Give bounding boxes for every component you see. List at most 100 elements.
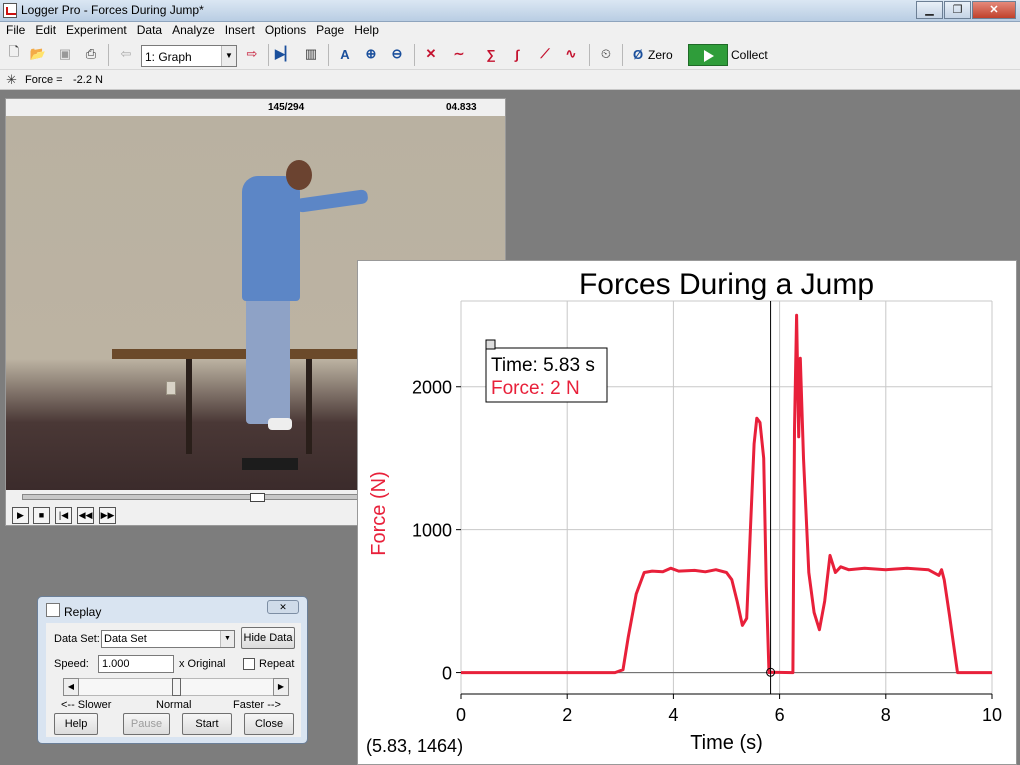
chart-title: Forces During a Jump	[579, 268, 874, 301]
speed-label: Speed:	[54, 658, 89, 670]
page-select[interactable]: 1: Graph ▼	[141, 45, 237, 67]
zero-button-label[interactable]: Zero	[648, 48, 673, 62]
menu-file[interactable]: File	[2, 22, 31, 40]
minimize-button[interactable]: ▁	[916, 1, 943, 19]
y-axis-label: Force (N)	[368, 471, 390, 555]
sensor-icon[interactable]: ▥	[300, 43, 322, 65]
step-back-icon[interactable]: ◀◀	[77, 507, 94, 524]
start-button[interactable]: Start	[182, 713, 232, 735]
slower-label: <-- Slower	[61, 699, 112, 711]
video-scrubber-thumb[interactable]	[250, 493, 266, 502]
next-page-icon[interactable]: ⇨	[241, 43, 263, 65]
slider-left-arrow-icon[interactable]: ◀	[63, 678, 79, 696]
close-button[interactable]: ✕	[972, 1, 1016, 19]
force-plate-image	[242, 458, 298, 470]
table-image	[112, 349, 372, 359]
repeat-label: Repeat	[259, 658, 295, 670]
x-tick-label: 6	[775, 705, 785, 725]
x-original-label: x Original	[179, 658, 226, 670]
frame-counter: 145/294	[268, 102, 305, 113]
normal-label: Normal	[156, 699, 192, 711]
stop-icon[interactable]: ■	[33, 507, 50, 524]
meter-label: Force =	[25, 74, 63, 86]
new-file-icon[interactable]: 🗋	[3, 43, 25, 65]
y-tick-label: 2000	[412, 378, 452, 398]
skip-start-icon[interactable]: |◀	[55, 507, 72, 524]
title-bar: Logger Pro - Forces During Jump* ▁ ❐ ✕	[0, 0, 1020, 22]
meter-value: -2.2 N	[73, 74, 103, 86]
x-tick-label: 2	[562, 705, 572, 725]
x-tick-label: 10	[982, 705, 1002, 725]
jumper-image	[242, 176, 300, 301]
menu-options[interactable]: Options	[261, 22, 312, 40]
tooltip-close-icon	[485, 339, 496, 350]
examine-icon[interactable]: ✕	[420, 43, 442, 65]
force-graph[interactable]: Forces During a Jump 0 2 4 6 8 10 0 1000 2000 Time…	[358, 261, 1018, 765]
collect-button[interactable]	[688, 44, 728, 66]
menu-data[interactable]: Data	[133, 22, 168, 40]
open-folder-icon[interactable]: 📂	[27, 43, 49, 65]
x-tick-label: 8	[881, 705, 891, 725]
y-tick-label: 0	[442, 664, 452, 684]
frame-time: 04.833	[446, 102, 477, 113]
repeat-checkbox[interactable]	[243, 658, 255, 670]
print-icon[interactable]: ⎙	[80, 43, 102, 65]
back-icon[interactable]: ⇦	[115, 43, 137, 65]
hide-data-button[interactable]: Hide Data	[241, 627, 295, 649]
play-icon[interactable]: ▶	[12, 507, 29, 524]
zoom-out-icon[interactable]: ⊖	[386, 43, 408, 65]
menu-edit[interactable]: Edit	[31, 22, 62, 40]
menu-analyze[interactable]: Analyze	[168, 22, 221, 40]
replay-dialog-icon	[46, 603, 60, 617]
video-header: 145/294 04.833	[6, 99, 505, 116]
x-axis-label: Time (s)	[690, 732, 763, 754]
statistics-icon[interactable]: ∑	[480, 43, 502, 65]
menu-experiment[interactable]: Experiment	[62, 22, 133, 40]
tangent-icon[interactable]: ∼	[448, 43, 470, 65]
video-play-icon[interactable]: ▶▏	[274, 43, 296, 65]
menu-bar: File Edit Experiment Data Analyze Insert…	[0, 22, 1020, 40]
menu-page[interactable]: Page	[312, 22, 350, 40]
curve-fit-icon[interactable]: ∿	[560, 43, 582, 65]
menu-help[interactable]: Help	[350, 22, 385, 40]
autoscale-icon[interactable]: A	[334, 43, 356, 65]
logger-pro-app-icon	[3, 3, 17, 18]
timer-icon[interactable]: ⏲	[595, 43, 617, 65]
dataset-select-value: Data Set	[104, 633, 147, 645]
replay-title: Replay	[64, 605, 102, 619]
chevron-down-icon[interactable]: ▼	[221, 46, 236, 66]
speed-input[interactable]: 1.000	[98, 655, 174, 673]
linear-fit-icon[interactable]: ⟋	[534, 43, 556, 65]
help-button[interactable]: Help	[54, 713, 98, 735]
page-select-value: 1: Graph	[145, 50, 192, 64]
chevron-down-icon[interactable]: ▼	[220, 631, 234, 647]
tooltip-force: Force: 2 N	[491, 378, 580, 399]
window-controls: ▁ ❐ ✕	[915, 1, 1016, 19]
examine-readout: (5.83, 1464)	[366, 736, 463, 756]
slider-right-arrow-icon[interactable]: ▶	[273, 678, 289, 696]
close-dialog-button[interactable]: Close	[244, 713, 294, 735]
maximize-button[interactable]: ❐	[944, 1, 971, 19]
step-forward-icon[interactable]: ▶▶	[99, 507, 116, 524]
window-title: Logger Pro - Forces During Jump*	[21, 3, 204, 17]
x-tick-label: 4	[668, 705, 678, 725]
pause-button[interactable]: Pause	[123, 713, 170, 735]
faster-label: Faster -->	[233, 699, 281, 711]
zoom-in-icon[interactable]: ⊕	[360, 43, 382, 65]
y-tick-label: 1000	[412, 521, 452, 541]
integral-icon[interactable]: ∫	[506, 43, 528, 65]
graph-window[interactable]: Forces During a Jump 0 2 4 6 8 10 0 1000 2000 Time…	[357, 260, 1017, 765]
speed-slider-thumb[interactable]	[172, 678, 181, 696]
tooltip-time: Time: 5.83 s	[491, 355, 595, 376]
x-tick-label: 0	[456, 705, 466, 725]
zero-icon[interactable]: Ø	[627, 43, 649, 65]
dataset-select[interactable]: Data Set ▼	[101, 630, 235, 648]
save-icon[interactable]: ▣	[54, 43, 76, 65]
meter-bar: ✳ Force = -2.2 N	[0, 70, 1020, 90]
menu-insert[interactable]: Insert	[221, 22, 261, 40]
dataset-label: Data Set:	[54, 633, 100, 645]
replay-dialog: Replay ✕ Data Set: Data Set ▼ Hide Data …	[37, 596, 308, 744]
sensor-meter-icon: ✳	[6, 72, 17, 87]
replay-close-icon[interactable]: ✕	[267, 600, 299, 614]
collect-button-label[interactable]: Collect	[731, 48, 768, 62]
